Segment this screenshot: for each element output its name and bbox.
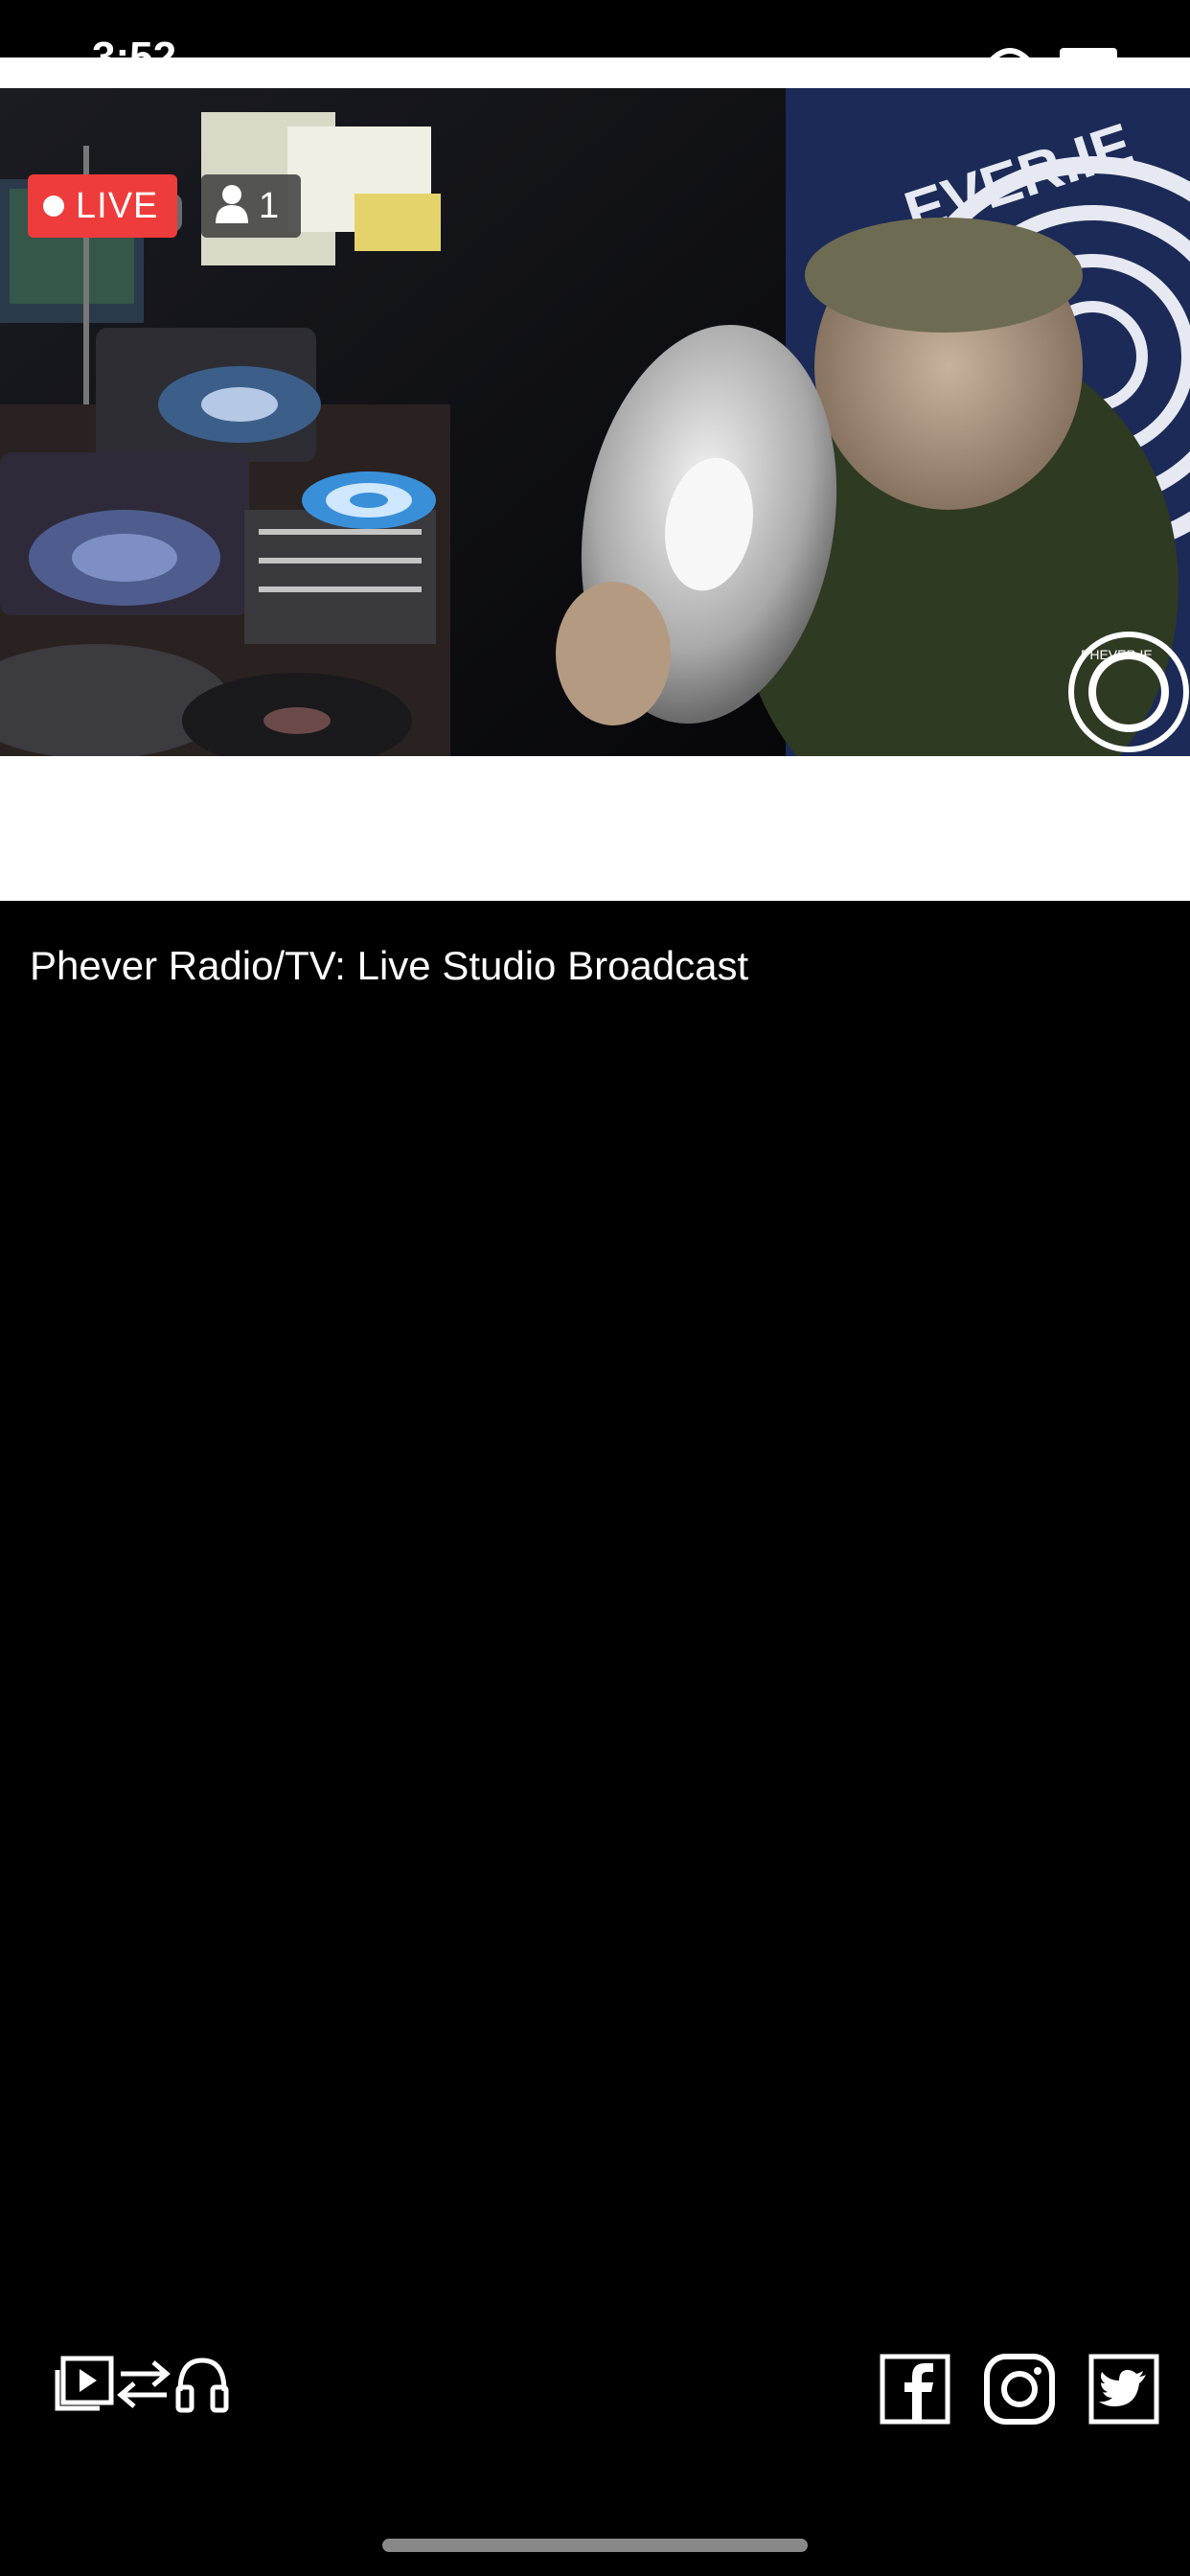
social-links — [880, 2353, 1159, 2430]
instagram-icon[interactable] — [983, 2353, 1056, 2430]
swap-arrows-icon[interactable] — [115, 2353, 172, 2419]
video-title: Phever Radio/TV: Live Studio Broadcast — [30, 943, 749, 988]
status-bar: 3:52 — [0, 0, 1190, 79]
live-label: LIVE — [76, 185, 159, 226]
home-indicator[interactable] — [382, 2539, 808, 2552]
viewer-count: 1 — [259, 185, 280, 226]
live-badge: LIVE — [28, 174, 177, 238]
video-frame[interactable]: EVER.IE PHEVER.IE — [0, 88, 1190, 756]
facebook-icon[interactable] — [880, 2354, 950, 2429]
twitter-icon[interactable] — [1088, 2354, 1159, 2429]
headphones-icon[interactable] — [172, 2353, 232, 2419]
live-dot-icon — [43, 196, 64, 217]
person-icon — [215, 184, 249, 229]
watermark-text: PHEVER.IE — [1081, 647, 1153, 662]
video-playlist-icon[interactable] — [52, 2353, 115, 2419]
media-controls — [52, 2353, 232, 2419]
viewer-count-badge: 1 — [201, 174, 301, 238]
